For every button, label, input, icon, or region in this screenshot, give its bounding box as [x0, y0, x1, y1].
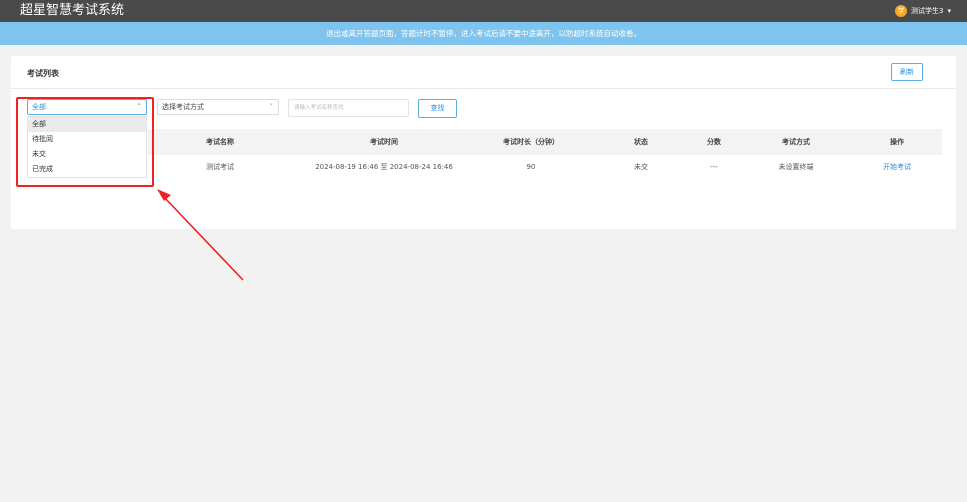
exam-time: 2024-08-19 16:46 至 2024-08-24 16:46 — [315, 163, 453, 171]
chevron-down-icon[interactable]: ▾ — [947, 5, 951, 17]
exam-score: --- — [710, 163, 718, 171]
table-header: 考试名称 考试时间 考试时长（分钟） 状态 分数 考试方式 操作 — [148, 129, 942, 155]
app-title: 超星智慧考试系统 — [20, 3, 125, 18]
exam-mode-select[interactable]: 选择考试方式 ˅ — [157, 99, 279, 115]
page-title: 考试列表 — [27, 69, 59, 78]
chevron-up-icon: ˄ — [137, 103, 142, 111]
status-option-pending-review[interactable]: 待批阅 — [28, 132, 146, 147]
chevron-down-icon: ˅ — [269, 103, 274, 111]
divider — [11, 88, 956, 89]
avatar[interactable]: 学 — [895, 5, 908, 17]
user-name[interactable]: 测试学生3 — [911, 5, 943, 17]
status-option-not-submitted[interactable]: 未交 — [28, 147, 146, 162]
status-select[interactable]: 全部 ˄ — [27, 99, 147, 115]
column-header-duration: 考试时长（分钟） — [503, 138, 559, 146]
column-header-status: 状态 — [634, 138, 648, 146]
exam-list-card: 考试列表 刷新 选择考试方式 ˅ 查找 考试名称 考试时间 考试时长（分钟） 状… — [11, 56, 956, 229]
column-header-mode: 考试方式 — [782, 138, 810, 146]
column-header-score: 分数 — [707, 138, 721, 146]
column-header-name: 考试名称 — [206, 138, 234, 146]
table-row: 测试考试 2024-08-19 16:46 至 2024-08-24 16:46… — [148, 155, 942, 179]
status-option-completed[interactable]: 已完成 — [28, 162, 146, 177]
column-header-time: 考试时间 — [370, 138, 398, 146]
search-input[interactable] — [288, 99, 409, 117]
search-button[interactable]: 查找 — [418, 99, 457, 118]
user-menu[interactable]: 学 测试学生3 ▾ — [895, 4, 951, 18]
exam-name: 测试考试 — [206, 163, 234, 171]
column-header-action: 操作 — [890, 138, 904, 146]
exam-mode-select-value: 选择考试方式 — [162, 103, 204, 111]
exam-status: 未交 — [634, 163, 648, 171]
refresh-button[interactable]: 刷新 — [891, 63, 923, 81]
exam-mode: 未设置终端 — [778, 163, 814, 171]
start-exam-link[interactable]: 开始考试 — [883, 155, 911, 179]
exam-duration: 90 — [526, 163, 536, 171]
status-select-value: 全部 — [32, 103, 46, 111]
notice-banner: 退出或离开答题页面，答题计时不暂停，进入考试后请不要中途离开，以防超时系统自动收… — [0, 22, 967, 45]
top-bar: 超星智慧考试系统 学 测试学生3 ▾ — [0, 0, 967, 22]
status-option-all[interactable]: 全部 — [28, 117, 146, 132]
status-dropdown-menu: 全部 待批阅 未交 已完成 — [27, 116, 147, 178]
